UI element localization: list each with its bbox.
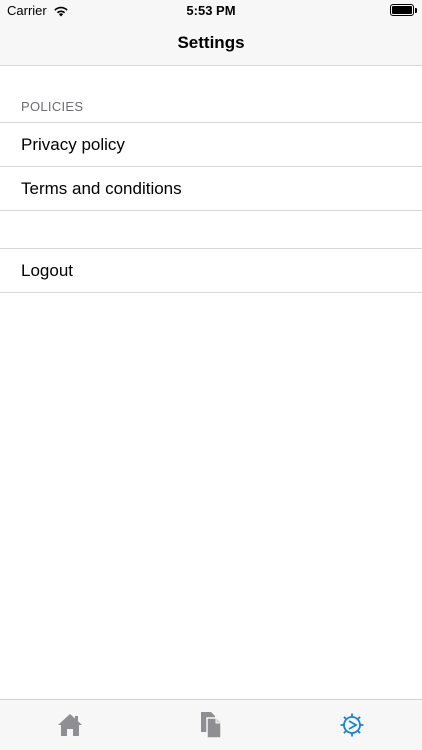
policies-group: Privacy policy Terms and conditions — [0, 122, 422, 211]
navigation-bar: Settings — [0, 22, 422, 66]
status-bar: Carrier 5:53 PM — [0, 0, 422, 22]
row-label: Privacy policy — [21, 135, 125, 154]
documents-icon — [199, 711, 223, 739]
divider — [0, 292, 422, 293]
terms-and-conditions-row[interactable]: Terms and conditions — [0, 167, 422, 211]
tab-home[interactable] — [0, 700, 141, 750]
divider — [0, 210, 422, 211]
section-header-policies: POLICIES — [21, 99, 84, 114]
logout-row[interactable]: Logout — [0, 249, 422, 293]
account-group: Logout — [0, 248, 422, 293]
tab-bar — [0, 699, 422, 750]
tab-documents[interactable] — [141, 700, 282, 750]
battery-cap — [415, 8, 417, 13]
battery-icon — [390, 4, 414, 16]
privacy-policy-row[interactable]: Privacy policy — [0, 123, 422, 167]
settings-gear-icon — [339, 712, 365, 738]
row-label: Terms and conditions — [21, 179, 182, 198]
tab-settings[interactable] — [281, 700, 422, 750]
home-icon — [57, 713, 83, 737]
page-title: Settings — [177, 33, 245, 52]
status-time: 5:53 PM — [186, 3, 236, 18]
row-label: Logout — [21, 261, 73, 280]
